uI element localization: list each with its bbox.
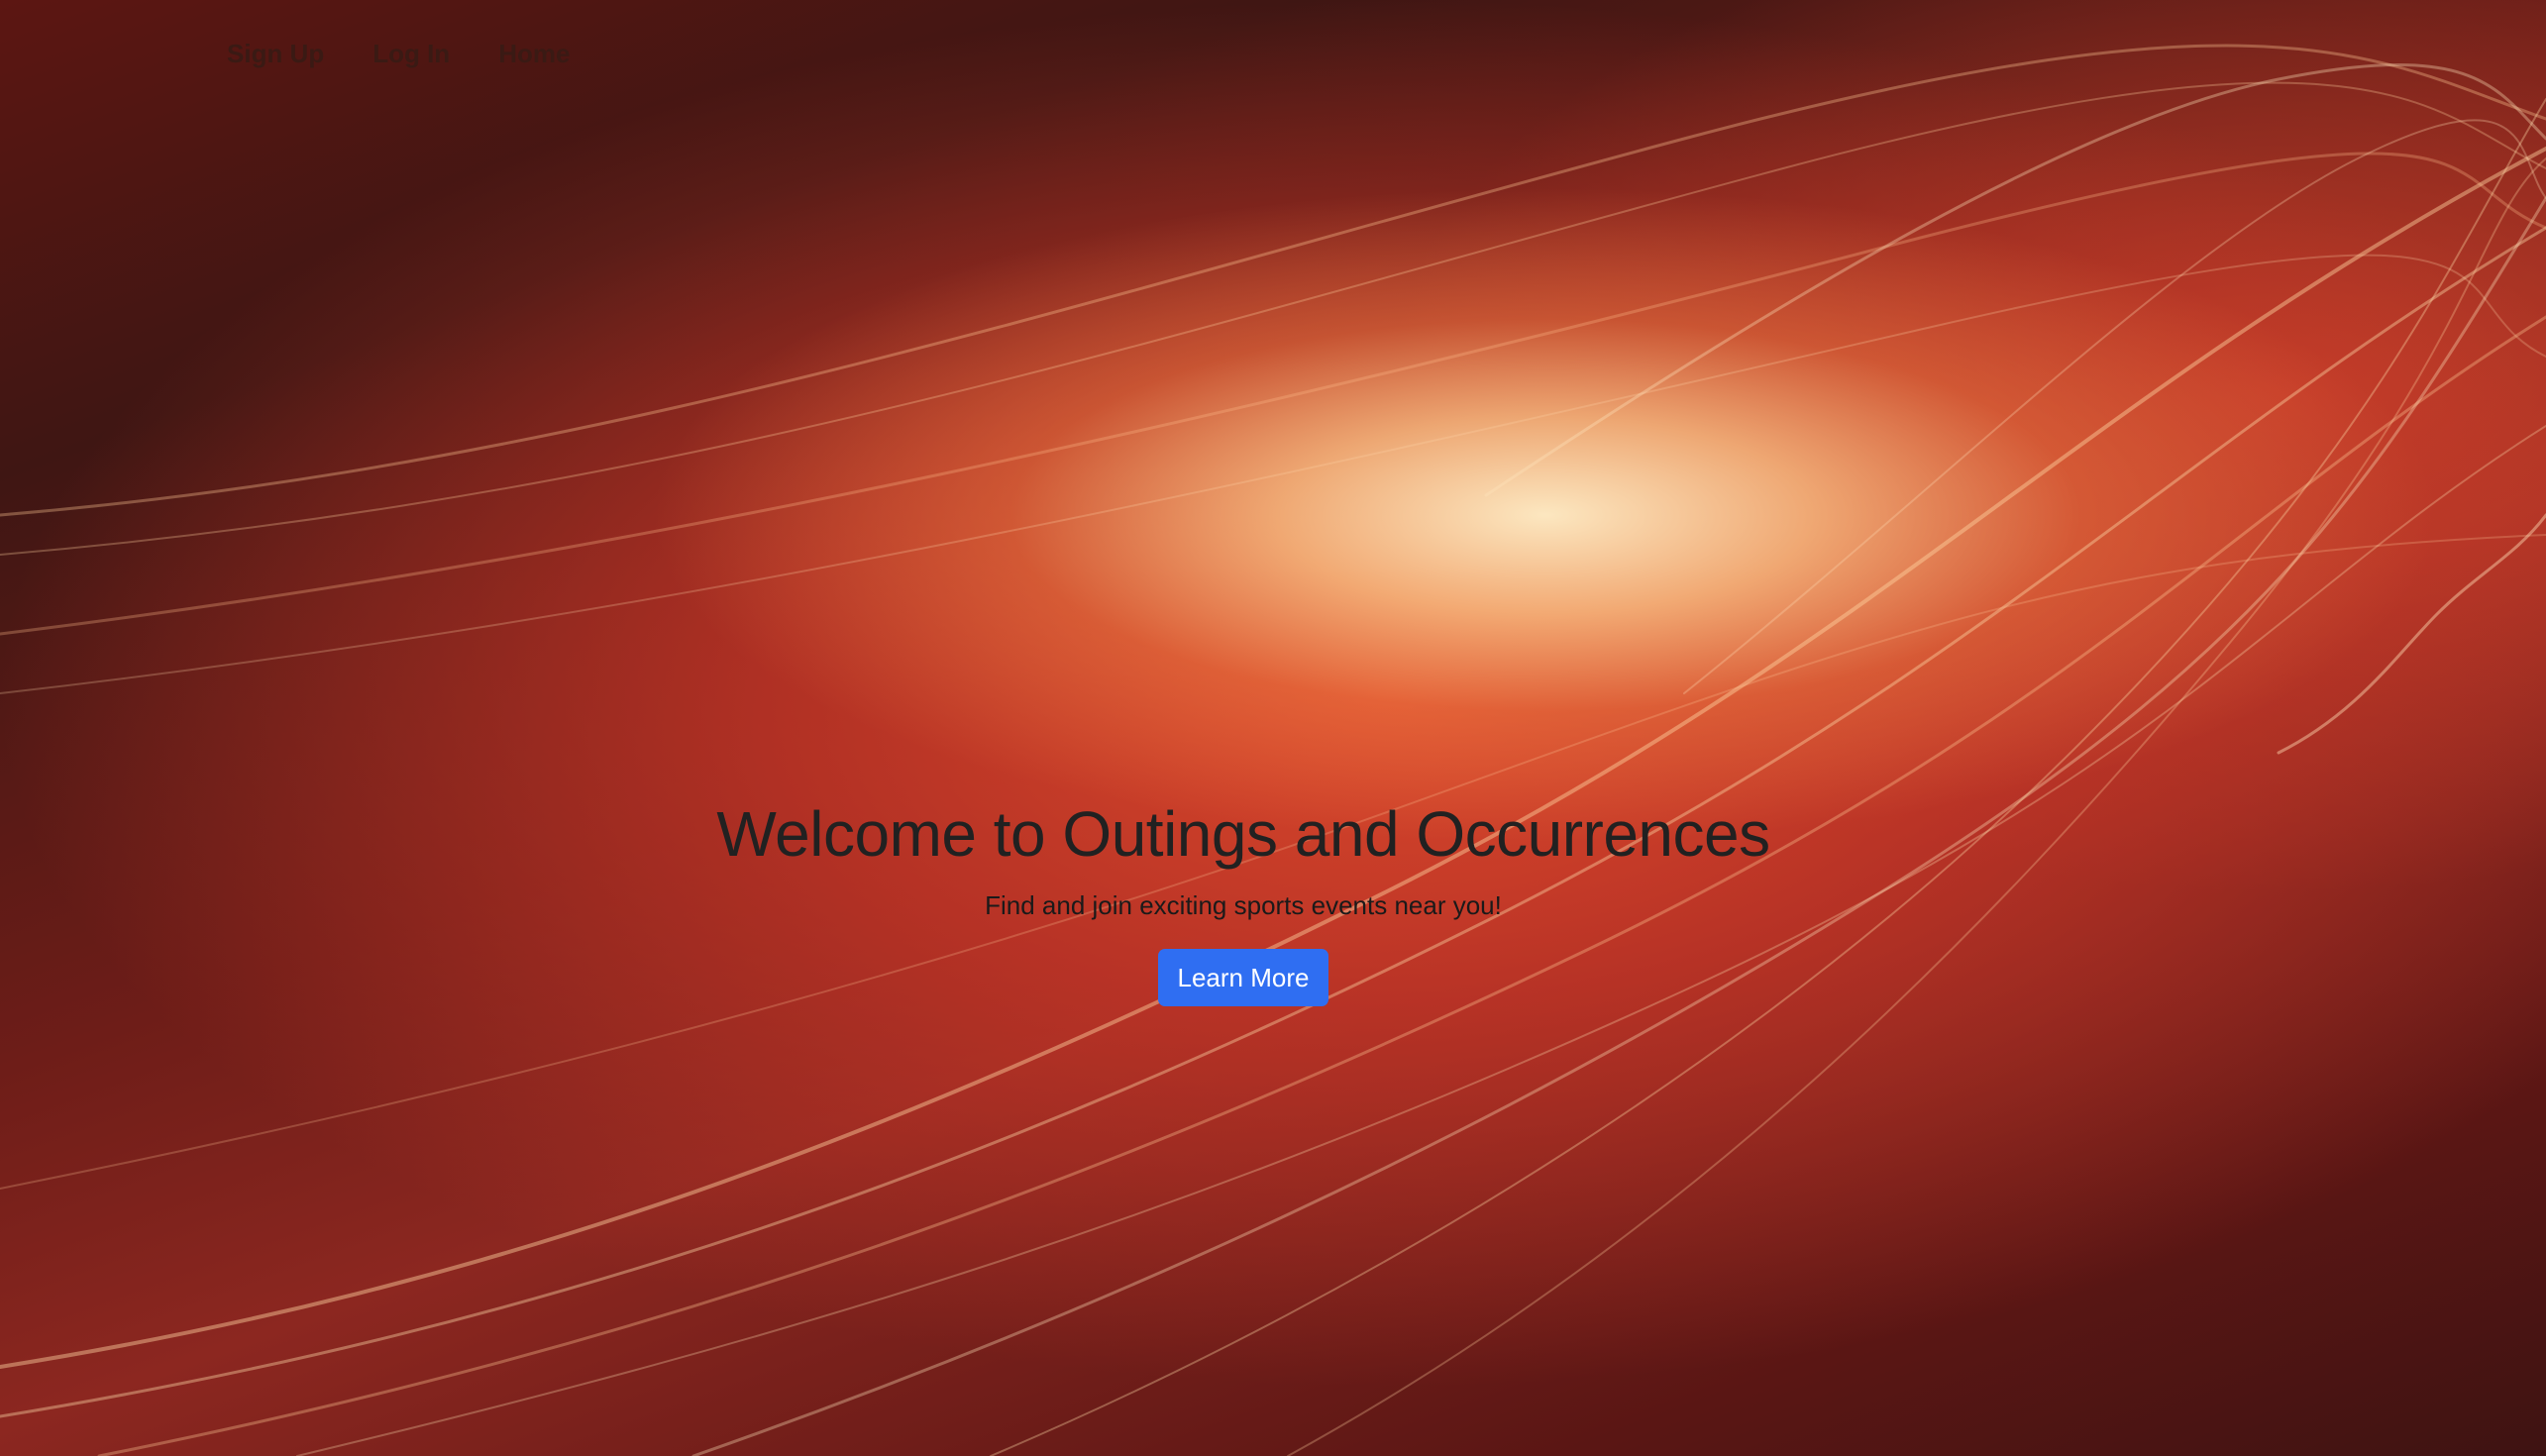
hero-section: Welcome to Outings and Occurrences Find … — [0, 792, 2487, 1006]
light-waves-graphic — [0, 44, 2546, 1456]
top-nav: Sign Up Log In Home — [227, 32, 570, 75]
hero-subtitle: Find and join exciting sports events nea… — [985, 890, 1502, 920]
hero-title: Welcome to Outings and Occurrences — [716, 798, 1770, 870]
hero-background-image — [0, 0, 2546, 1456]
nav-sign-up-link[interactable]: Sign Up — [227, 32, 324, 75]
learn-more-button[interactable]: Learn More — [1157, 949, 1329, 1006]
nav-log-in-link[interactable]: Log In — [372, 32, 450, 75]
nav-home-link[interactable]: Home — [498, 32, 570, 75]
